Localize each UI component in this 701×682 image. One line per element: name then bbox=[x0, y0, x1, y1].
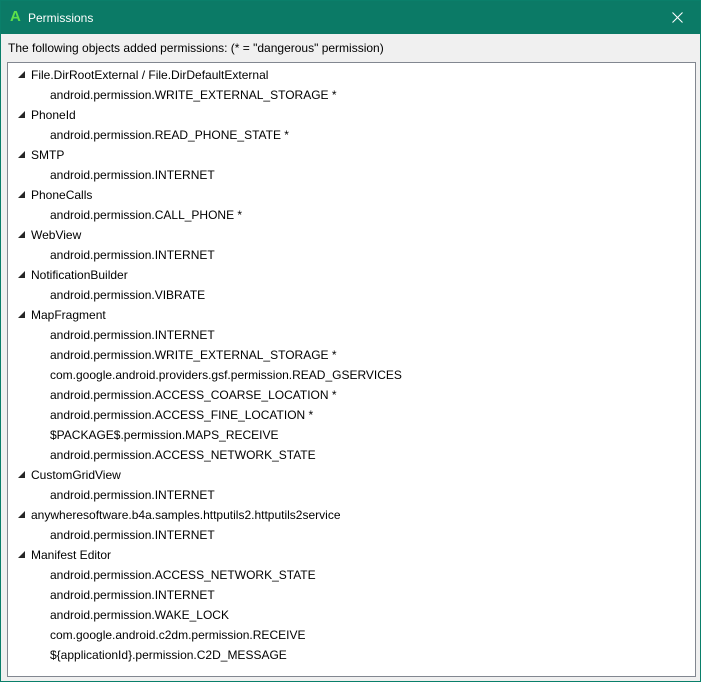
permission-item[interactable]: android.permission.INTERNET bbox=[8, 325, 695, 345]
tree-node: anywheresoftware.b4a.samples.httputils2.… bbox=[8, 505, 695, 545]
tree-node-children: android.permission.VIBRATE bbox=[8, 285, 695, 305]
permission-item[interactable]: android.permission.WRITE_EXTERNAL_STORAG… bbox=[8, 345, 695, 365]
tree-node-children: android.permission.INTERNET bbox=[8, 165, 695, 185]
tree-node-label: PhoneId bbox=[31, 108, 76, 122]
expanded-triangle-icon[interactable] bbox=[18, 271, 26, 279]
permissions-dialog: A Permissions The following objects adde… bbox=[0, 0, 701, 682]
tree-node: WebView android.permission.INTERNET bbox=[8, 225, 695, 265]
tree-node: Manifest Editor android.permission.ACCESS… bbox=[8, 545, 695, 665]
tree-node-children: android.permission.INTERNET bbox=[8, 245, 695, 265]
tree-node-row[interactable]: SMTP bbox=[8, 145, 695, 165]
tree-node-label: NotificationBuilder bbox=[31, 268, 128, 282]
permission-item[interactable]: android.permission.INTERNET bbox=[8, 165, 695, 185]
tree-node-label: SMTP bbox=[31, 148, 65, 162]
tree-node-children: android.permission.INTERNET android.permi… bbox=[8, 325, 695, 465]
expanded-triangle-icon[interactable] bbox=[18, 231, 26, 239]
permission-item[interactable]: com.google.android.c2dm.permission.RECEI… bbox=[8, 625, 695, 645]
tree-node-label: CustomGridView bbox=[31, 468, 121, 482]
tree-list: File.DirRootExternal / File.DirDefaultEx… bbox=[8, 63, 695, 665]
permissions-description: The following objects added permissions:… bbox=[8, 41, 384, 55]
tree-node-children: android.permission.READ_PHONE_STATE * bbox=[8, 125, 695, 145]
tree-node-children: android.permission.INTERNET bbox=[8, 525, 695, 545]
tree-node-row[interactable]: PhoneCalls bbox=[8, 185, 695, 205]
tree-node-row[interactable]: NotificationBuilder bbox=[8, 265, 695, 285]
permission-item[interactable]: android.permission.ACCESS_COARSE_LOCATIO… bbox=[8, 385, 695, 405]
tree-node-label: anywheresoftware.b4a.samples.httputils2.… bbox=[31, 508, 341, 522]
expanded-triangle-icon[interactable] bbox=[18, 191, 26, 199]
permission-item[interactable]: android.permission.ACCESS_NETWORK_STATE bbox=[8, 565, 695, 585]
permission-item[interactable]: android.permission.READ_PHONE_STATE * bbox=[8, 125, 695, 145]
tree-node: MapFragment android.permission.INTERNET an… bbox=[8, 305, 695, 465]
permission-item[interactable]: android.permission.WRITE_EXTERNAL_STORAG… bbox=[8, 85, 695, 105]
tree-node-row[interactable]: CustomGridView bbox=[8, 465, 695, 485]
expanded-triangle-icon[interactable] bbox=[18, 151, 26, 159]
permission-item[interactable]: android.permission.INTERNET bbox=[8, 585, 695, 605]
expanded-triangle-icon[interactable] bbox=[18, 71, 26, 79]
expanded-triangle-icon[interactable] bbox=[18, 511, 26, 519]
tree-node-row[interactable]: PhoneId bbox=[8, 105, 695, 125]
b4a-app-icon: A bbox=[10, 8, 21, 25]
permission-item[interactable]: android.permission.ACCESS_FINE_LOCATION … bbox=[8, 405, 695, 425]
permission-item[interactable]: android.permission.INTERNET bbox=[8, 485, 695, 505]
tree-node: SMTP android.permission.INTERNET bbox=[8, 145, 695, 185]
close-icon bbox=[671, 12, 683, 23]
tree-node-children: android.permission.ACCESS_NETWORK_STATE a… bbox=[8, 565, 695, 665]
tree-node: NotificationBuilder android.permission.VI… bbox=[8, 265, 695, 305]
tree-node-row[interactable]: MapFragment bbox=[8, 305, 695, 325]
permission-item[interactable]: android.permission.VIBRATE bbox=[8, 285, 695, 305]
tree-node: PhoneId android.permission.READ_PHONE_STA… bbox=[8, 105, 695, 145]
expanded-triangle-icon[interactable] bbox=[18, 551, 26, 559]
tree-node-row[interactable]: anywheresoftware.b4a.samples.httputils2.… bbox=[8, 505, 695, 525]
permission-item[interactable]: android.permission.ACCESS_NETWORK_STATE bbox=[8, 445, 695, 465]
tree-node-row[interactable]: WebView bbox=[8, 225, 695, 245]
expanded-triangle-icon[interactable] bbox=[18, 311, 26, 319]
tree-node-label: File.DirRootExternal / File.DirDefaultEx… bbox=[31, 68, 269, 82]
tree-node-children: android.permission.INTERNET bbox=[8, 485, 695, 505]
permission-item[interactable]: android.permission.INTERNET bbox=[8, 245, 695, 265]
tree-node-children: android.permission.CALL_PHONE * bbox=[8, 205, 695, 225]
permissions-tree[interactable]: File.DirRootExternal / File.DirDefaultEx… bbox=[7, 62, 696, 677]
expanded-triangle-icon[interactable] bbox=[18, 111, 26, 119]
tree-node: CustomGridView android.permission.INTERNE… bbox=[8, 465, 695, 505]
permission-item[interactable]: com.google.android.providers.gsf.permiss… bbox=[8, 365, 695, 385]
tree-node: File.DirRootExternal / File.DirDefaultEx… bbox=[8, 65, 695, 105]
permission-item[interactable]: $PACKAGE$.permission.MAPS_RECEIVE bbox=[8, 425, 695, 445]
expanded-triangle-icon[interactable] bbox=[18, 471, 26, 479]
tree-node-label: Manifest Editor bbox=[31, 548, 112, 562]
close-button[interactable] bbox=[654, 1, 700, 34]
tree-node-label: WebView bbox=[31, 228, 82, 242]
tree-node-row[interactable]: Manifest Editor bbox=[8, 545, 695, 565]
permission-item[interactable]: android.permission.WAKE_LOCK bbox=[8, 605, 695, 625]
tree-node-label: MapFragment bbox=[31, 308, 106, 322]
permission-item[interactable]: ${applicationId}.permission.C2D_MESSAGE bbox=[8, 645, 695, 665]
window-title: Permissions bbox=[28, 11, 94, 25]
permission-item[interactable]: android.permission.INTERNET bbox=[8, 525, 695, 545]
title-bar[interactable]: A Permissions bbox=[1, 1, 700, 34]
tree-node-label: PhoneCalls bbox=[31, 188, 93, 202]
permission-item[interactable]: android.permission.CALL_PHONE * bbox=[8, 205, 695, 225]
tree-node-row[interactable]: File.DirRootExternal / File.DirDefaultEx… bbox=[8, 65, 695, 85]
tree-node-children: android.permission.WRITE_EXTERNAL_STORAG… bbox=[8, 85, 695, 105]
tree-node: PhoneCalls android.permission.CALL_PHONE … bbox=[8, 185, 695, 225]
